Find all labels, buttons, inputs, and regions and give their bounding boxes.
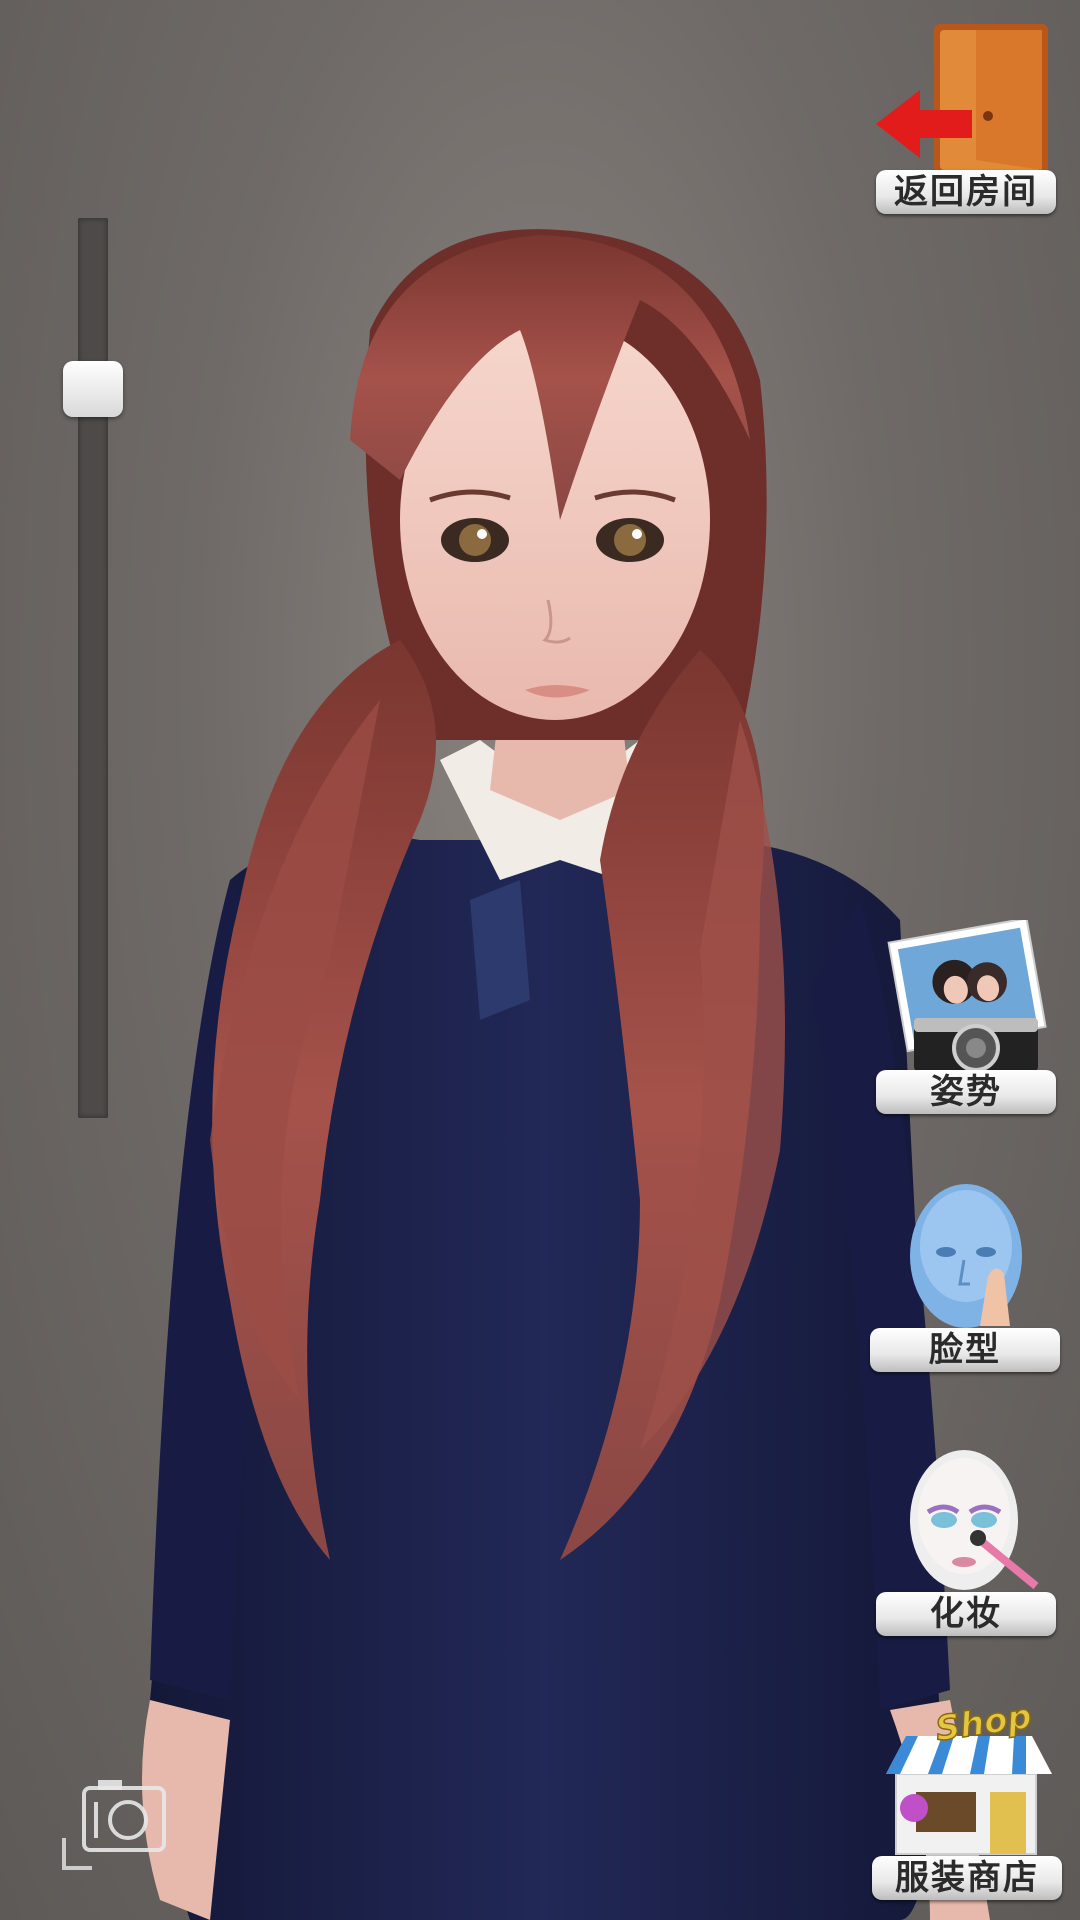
face-head-icon — [910, 1184, 1022, 1328]
game-screen: 返回房间 姿势 脸型 化妆 Shop 服装商店 — [0, 0, 1080, 1920]
makeup-button[interactable]: 化妆 — [876, 1440, 1056, 1640]
face-shape-button[interactable]: 脸型 — [870, 1176, 1060, 1376]
face-shape-label: 脸型 — [870, 1328, 1060, 1372]
clothing-store-label: 服装商店 — [872, 1856, 1062, 1900]
clothing-store-button[interactable]: Shop 服装商店 — [872, 1704, 1062, 1904]
pose-label: 姿势 — [876, 1070, 1056, 1114]
screenshot-camera-button[interactable] — [62, 1772, 172, 1872]
makeup-brush-icon — [910, 1450, 1039, 1590]
pose-button[interactable]: 姿势 — [876, 920, 1056, 1120]
camera-icon — [62, 1780, 166, 1870]
exit-room-button[interactable]: 返回房间 — [876, 20, 1056, 216]
zoom-slider-thumb[interactable] — [63, 361, 123, 417]
tie — [470, 880, 530, 1020]
makeup-label: 化妆 — [876, 1592, 1056, 1636]
zoom-slider[interactable] — [63, 218, 123, 1118]
door-exit-icon — [876, 24, 1048, 174]
camera-photo-icon — [887, 920, 1047, 1074]
shop-stall-icon: Shop — [886, 1704, 1052, 1855]
exit-room-label: 返回房间 — [876, 170, 1056, 214]
